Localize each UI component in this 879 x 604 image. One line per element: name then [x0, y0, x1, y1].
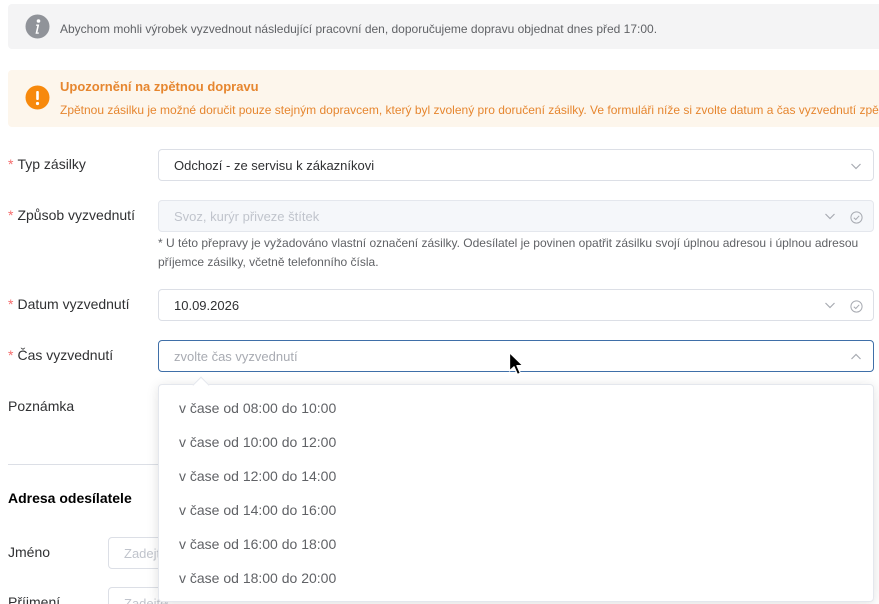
info-icon: [25, 14, 50, 39]
required-mark: *: [8, 156, 14, 172]
pickup-method-label-text: Způsob vyzvednutí: [17, 207, 135, 223]
time-option[interactable]: v čase od 16:00 do 18:00: [159, 527, 873, 561]
info-banner: Abychom mohli výrobek vyzvednout následu…: [8, 4, 879, 49]
pickup-method-value: Svoz, kurýr přiveze štítek: [174, 209, 320, 224]
pickup-method-hint-line: * U této přepravy je vyžadováno vlastní …: [158, 236, 859, 250]
chevron-down-icon: [851, 163, 861, 170]
mouse-cursor-icon: [508, 351, 524, 376]
note-label: Poznámka: [8, 398, 75, 414]
required-mark: *: [8, 207, 14, 223]
pickup-time-placeholder: zvolte čas vyzvednutí: [174, 349, 298, 364]
pickup-time-label-text: Čas vyzvednutí: [17, 347, 114, 363]
pickup-method-label: * Způsob vyzvednutí: [8, 207, 135, 223]
first-name-label: Jméno: [8, 544, 51, 560]
chevron-up-icon: [851, 353, 861, 360]
warning-banner-title: Upozornění na zpětnou dopravu: [60, 79, 259, 94]
pickup-date-label: * Datum vyzvednutí: [8, 296, 130, 312]
info-banner-text: Abychom mohli výrobek vyzvednout následu…: [60, 22, 658, 36]
pickup-date-label-text: Datum vyzvednutí: [17, 296, 130, 312]
chevron-down-icon: [825, 302, 835, 309]
pickup-method-hint: * U této přepravy je vyžadováno vlastní …: [158, 234, 874, 272]
pickup-date-select[interactable]: 10.09.2026: [158, 289, 874, 321]
sender-section-title: Adresa odesílatele: [8, 490, 132, 506]
time-option[interactable]: v čase od 12:00 do 14:00: [159, 459, 873, 493]
pickup-time-options: v čase od 08:00 do 10:00 v čase od 10:00…: [159, 391, 873, 595]
chevron-down-icon: [825, 213, 835, 220]
time-option[interactable]: v čase od 10:00 do 12:00: [159, 425, 873, 459]
time-option[interactable]: v čase od 14:00 do 16:00: [159, 493, 873, 527]
shipment-type-label-text: Typ zásilky: [17, 156, 86, 172]
section-divider: [8, 464, 158, 465]
pickup-time-dropdown: v čase od 08:00 do 10:00 v čase od 10:00…: [158, 376, 874, 602]
last-name-label: Příjmení: [8, 594, 61, 604]
check-circle-icon: [850, 211, 863, 224]
warning-banner: Upozornění na zpětnou dopravu Zpětnou zá…: [8, 70, 879, 127]
required-mark: *: [8, 296, 14, 312]
time-option[interactable]: v čase od 18:00 do 20:00: [159, 561, 873, 595]
warning-banner-text: Zpětnou zásilku je možné doručit pouze s…: [60, 103, 879, 117]
shipment-type-select[interactable]: Odchozí - ze servisu k zákazníkovi: [158, 149, 874, 181]
time-option[interactable]: v čase od 08:00 do 10:00: [159, 391, 873, 425]
required-mark: *: [8, 347, 14, 363]
pickup-time-label: * Čas vyzvednutí: [8, 347, 113, 363]
check-circle-icon: [850, 300, 863, 313]
shipment-type-value: Odchozí - ze servisu k zákazníkovi: [174, 158, 375, 173]
shipment-type-label: * Typ zásilky: [8, 156, 86, 172]
pickup-method-select: Svoz, kurýr přiveze štítek: [158, 200, 874, 232]
pickup-date-value: 10.09.2026: [174, 298, 240, 313]
exclamation-icon: [25, 85, 50, 110]
pickup-method-hint-line: příjemce zásilky, včetně telefonního čís…: [158, 255, 379, 269]
